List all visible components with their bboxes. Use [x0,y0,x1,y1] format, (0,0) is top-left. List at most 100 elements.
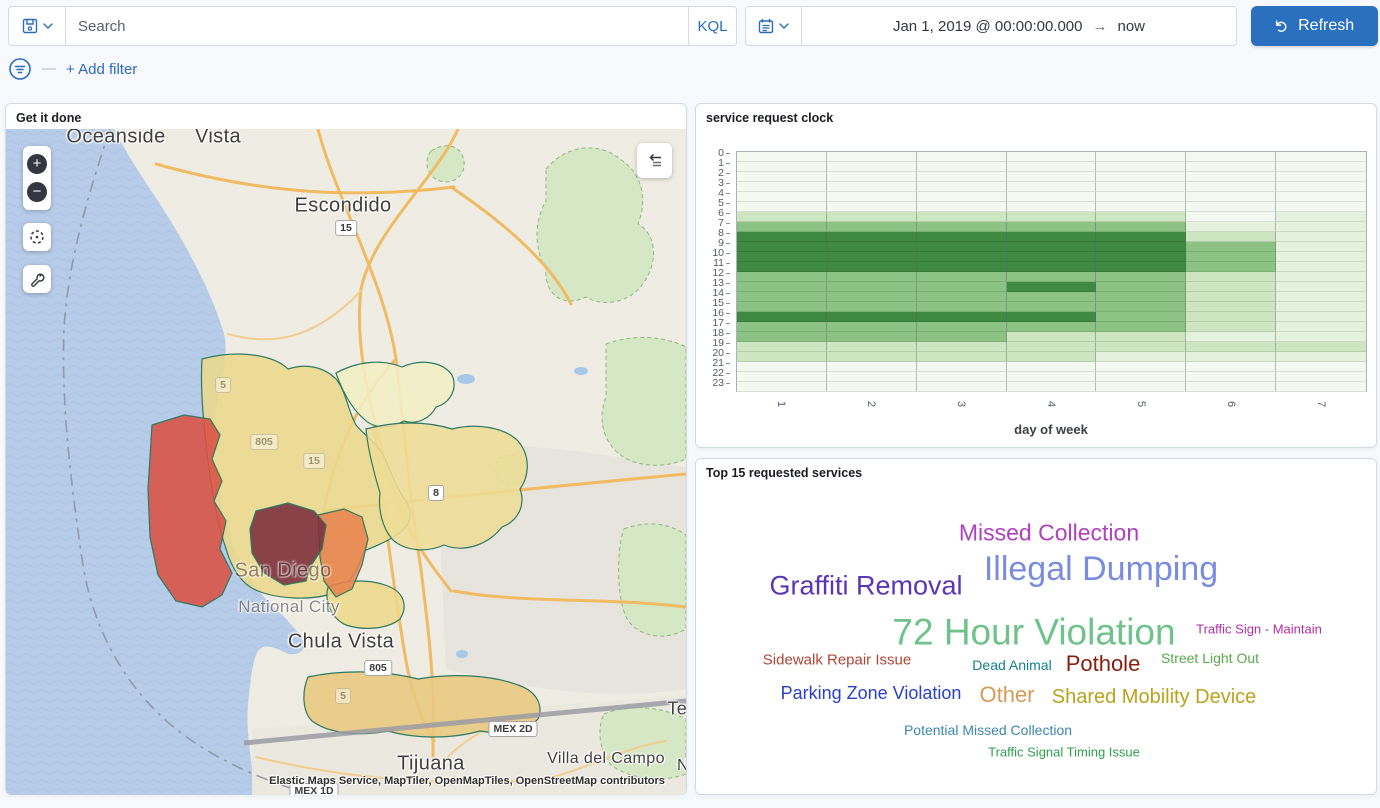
heatmap-cell[interactable] [917,202,1007,212]
heatmap-cell[interactable] [1276,382,1366,392]
tag-cloud-word[interactable]: Graffiti Removal [769,573,962,600]
heatmap-cell[interactable] [1096,322,1186,332]
heatmap-cell[interactable] [1276,342,1366,352]
heatmap-cell[interactable] [737,272,827,282]
heatmap-cell[interactable] [827,282,917,292]
tag-cloud-word[interactable]: Other [979,684,1034,706]
heatmap-cell[interactable] [737,202,827,212]
heatmap-cell[interactable] [1007,342,1097,352]
heatmap-cell[interactable] [1007,162,1097,172]
heatmap-cell[interactable] [1276,362,1366,372]
tag-cloud-word[interactable]: Pothole [1066,653,1141,675]
heatmap-cell[interactable] [827,332,917,342]
heatmap-cell[interactable] [1007,292,1097,302]
heatmap-cell[interactable] [1276,162,1366,172]
zoom-in-button[interactable]: + [27,154,47,174]
heatmap-cell[interactable] [1276,202,1366,212]
heatmap-cell[interactable] [917,222,1007,232]
heatmap-cell[interactable] [737,282,827,292]
heatmap-cell[interactable] [1186,362,1276,372]
heatmap-cell[interactable] [827,222,917,232]
heatmap-cell[interactable] [917,372,1007,382]
heatmap-cell[interactable] [827,162,917,172]
heatmap-cell[interactable] [1096,312,1186,322]
heatmap-cell[interactable] [827,232,917,242]
heatmap-cell[interactable] [1186,152,1276,162]
heatmap-cell[interactable] [1096,162,1186,172]
heatmap-cell[interactable] [737,332,827,342]
saved-query-menu-button[interactable] [9,7,66,45]
heatmap-cell[interactable] [827,202,917,212]
heatmap-cell[interactable] [827,242,917,252]
heatmap-cell[interactable] [1096,342,1186,352]
tag-cloud-word[interactable]: Shared Mobility Device [1052,687,1257,707]
heatmap-cell[interactable] [1007,232,1097,242]
heatmap-cell[interactable] [917,302,1007,312]
heatmap-cell[interactable] [1007,242,1097,252]
add-filter-link[interactable]: + Add filter [66,61,137,78]
heatmap-cell[interactable] [1186,212,1276,222]
tag-cloud-word[interactable]: Potential Missed Collection [904,723,1072,737]
heatmap-cell[interactable] [1276,182,1366,192]
heatmap-cell[interactable] [1186,262,1276,272]
heatmap-cell[interactable] [737,312,827,322]
heatmap-cell[interactable] [1096,282,1186,292]
heatmap-cell[interactable] [1186,202,1276,212]
heatmap-cell[interactable] [827,312,917,322]
heatmap-cell[interactable] [737,212,827,222]
heatmap-cell[interactable] [1096,292,1186,302]
heatmap-cell[interactable] [917,282,1007,292]
fit-to-data-button[interactable] [23,223,51,251]
heatmap-cell[interactable] [1186,332,1276,342]
heatmap-cell[interactable] [737,152,827,162]
heatmap-cell[interactable] [1276,352,1366,362]
heatmap-cell[interactable] [827,342,917,352]
heatmap-cell[interactable] [917,172,1007,182]
heatmap-cell[interactable] [1007,382,1097,392]
heatmap-cell[interactable] [917,152,1007,162]
heatmap-cell[interactable] [737,192,827,202]
heatmap-cell[interactable] [737,162,827,172]
heatmap-cell[interactable] [917,382,1007,392]
heatmap-cell[interactable] [737,352,827,362]
heatmap-cell[interactable] [737,372,827,382]
heatmap-cell[interactable] [737,262,827,272]
heatmap-cell[interactable] [737,172,827,182]
heatmap-cell[interactable] [1007,182,1097,192]
search-input[interactable] [66,7,688,45]
tag-cloud-word[interactable]: Missed Collection [959,522,1139,545]
heatmap-cell[interactable] [737,232,827,242]
heatmap-cell[interactable] [1007,192,1097,202]
heatmap-cell[interactable] [1276,242,1366,252]
heatmap-cell[interactable] [1096,262,1186,272]
tag-cloud-word[interactable]: Street Light Out [1161,651,1259,665]
heatmap-cell[interactable] [917,312,1007,322]
heatmap-cell[interactable] [1186,292,1276,302]
heatmap-cell[interactable] [1186,232,1276,242]
tag-cloud-word[interactable]: Dead Animal [972,658,1051,672]
heatmap-cell[interactable] [1276,372,1366,382]
heatmap-cell[interactable] [1186,182,1276,192]
heatmap-cell[interactable] [1096,172,1186,182]
heatmap-cell[interactable] [737,322,827,332]
heatmap-cell[interactable] [917,322,1007,332]
heatmap-cell[interactable] [1276,252,1366,262]
heatmap-cell[interactable] [1007,172,1097,182]
heatmap-cell[interactable] [1007,282,1097,292]
heatmap-cell[interactable] [1007,152,1097,162]
heatmap-cell[interactable] [1276,152,1366,162]
heatmap-cell[interactable] [917,182,1007,192]
heatmap-cell[interactable] [917,272,1007,282]
heatmap-cell[interactable] [1007,302,1097,312]
heatmap-cell[interactable] [1276,272,1366,282]
heatmap-cell[interactable] [1276,312,1366,322]
heatmap-cell[interactable] [1186,312,1276,322]
heatmap-cell[interactable] [1007,212,1097,222]
heatmap-cell[interactable] [1096,152,1186,162]
heatmap-cell[interactable] [1276,332,1366,342]
heatmap-cell[interactable] [827,172,917,182]
heatmap-cell[interactable] [827,362,917,372]
heatmap-cell[interactable] [1276,222,1366,232]
heatmap-cell[interactable] [1186,252,1276,262]
heatmap-cell[interactable] [1186,192,1276,202]
